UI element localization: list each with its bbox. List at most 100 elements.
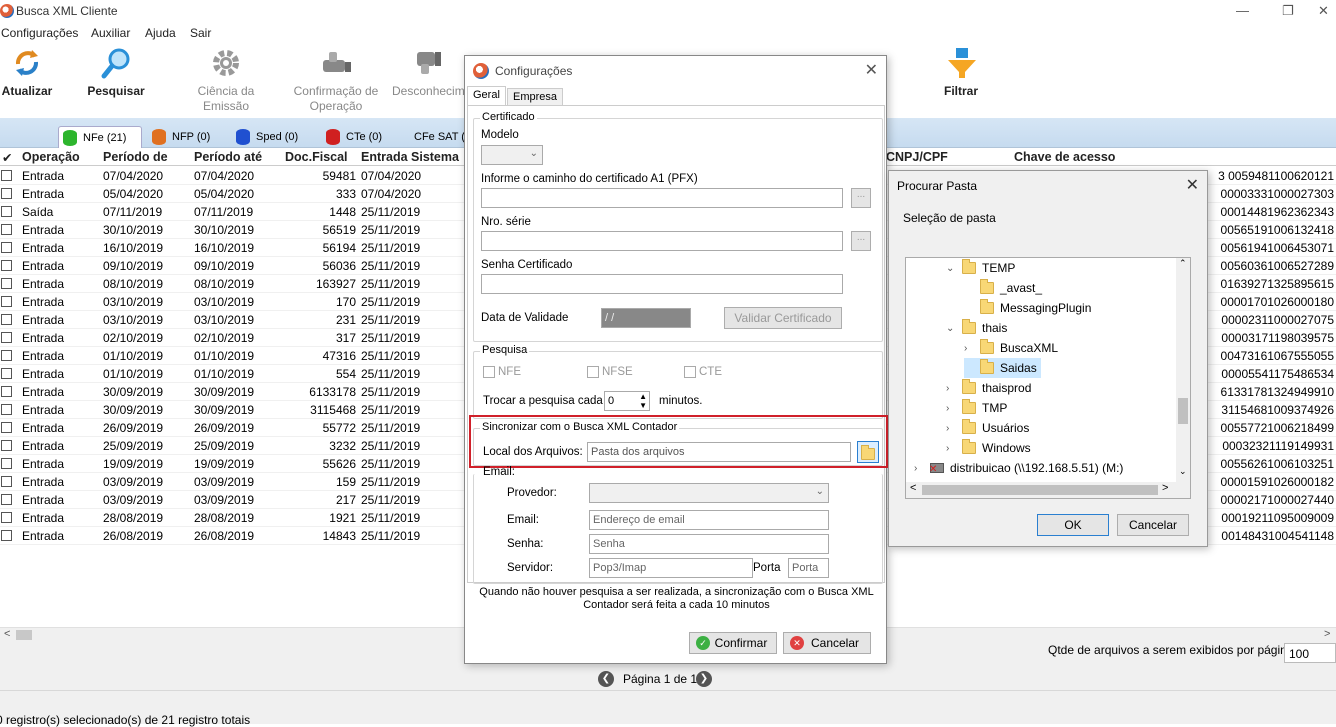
- tab-cte[interactable]: CTe (0): [322, 126, 398, 148]
- tree-vertical-scrollbar[interactable]: ⌃ ⌄: [1176, 258, 1190, 482]
- folder-tree-item[interactable]: MessagingPlugin: [964, 298, 1095, 318]
- scroll-down-icon[interactable]: ⌄: [1179, 466, 1187, 477]
- next-page-icon[interactable]: ❯: [696, 671, 712, 687]
- porta-input[interactable]: Porta: [788, 558, 829, 578]
- email-input[interactable]: Endereço de email: [589, 510, 829, 530]
- select-all-check-icon[interactable]: ✔: [2, 150, 12, 165]
- header-chave[interactable]: Chave de acesso: [1014, 150, 1115, 164]
- chevron-right-icon[interactable]: ›: [914, 463, 924, 474]
- row-checkbox[interactable]: [1, 350, 12, 361]
- menu-auxiliar[interactable]: Auxiliar: [91, 26, 130, 40]
- row-checkbox[interactable]: [1, 494, 12, 505]
- scroll-left-icon[interactable]: <: [4, 628, 10, 640]
- row-checkbox[interactable]: [1, 440, 12, 451]
- validade-input[interactable]: / /: [601, 308, 691, 328]
- nfe-checkbox[interactable]: [483, 366, 495, 378]
- folder-tree-item[interactable]: › Windows: [946, 438, 1035, 458]
- header-operacao[interactable]: Operação: [22, 150, 80, 164]
- scroll-thumb[interactable]: [16, 630, 32, 640]
- senha-input[interactable]: Senha: [589, 534, 829, 554]
- row-checkbox[interactable]: [1, 530, 12, 541]
- row-checkbox[interactable]: [1, 260, 12, 271]
- chevron-down-icon[interactable]: ⌄: [946, 263, 956, 274]
- header-periodo-de[interactable]: Período de: [103, 150, 168, 164]
- validar-certificado-button[interactable]: Validar Certificado: [724, 307, 842, 329]
- pesquisar-button[interactable]: Pesquisar: [86, 42, 146, 99]
- row-checkbox[interactable]: [1, 314, 12, 325]
- folder-cancel-button[interactable]: Cancelar: [1117, 514, 1189, 536]
- chevron-right-icon[interactable]: ›: [946, 403, 956, 414]
- nfse-checkbox[interactable]: [587, 366, 599, 378]
- menu-sair[interactable]: Sair: [190, 26, 211, 40]
- tab-geral[interactable]: Geral: [467, 86, 506, 106]
- stepper-arrows-icon[interactable]: ▲ ▼: [639, 392, 647, 410]
- row-checkbox[interactable]: [1, 422, 12, 433]
- chevron-right-icon[interactable]: ›: [946, 383, 956, 394]
- per-page-input[interactable]: 100: [1284, 643, 1336, 663]
- caminho-browse-button[interactable]: ...: [851, 188, 871, 208]
- close-icon[interactable]: ✕: [865, 60, 878, 80]
- row-checkbox[interactable]: [1, 332, 12, 343]
- chevron-right-icon[interactable]: ›: [946, 443, 956, 454]
- close-window-icon[interactable]: ✕: [1318, 3, 1329, 19]
- tab-sped[interactable]: Sped (0): [232, 126, 312, 148]
- cte-checkbox[interactable]: [684, 366, 696, 378]
- folder-tree-item[interactable]: _avast_: [964, 278, 1046, 298]
- ok-button[interactable]: OK: [1037, 514, 1109, 536]
- confirmar-button[interactable]: ✓ Confirmar: [689, 632, 777, 654]
- restore-icon[interactable]: ❐: [1282, 3, 1294, 19]
- menu-ajuda[interactable]: Ajuda: [145, 26, 176, 40]
- desconhecimento-button[interactable]: Desconhecimento da Operação: [392, 42, 464, 99]
- cancelar-button[interactable]: ✕ Cancelar: [783, 632, 871, 654]
- tab-empresa[interactable]: Empresa: [507, 88, 564, 106]
- scroll-right-icon[interactable]: >: [1162, 482, 1168, 494]
- row-checkbox[interactable]: [1, 404, 12, 415]
- scroll-right-icon[interactable]: >: [1324, 628, 1330, 640]
- tree-horizontal-scrollbar[interactable]: < >: [906, 482, 1190, 498]
- row-checkbox[interactable]: [1, 278, 12, 289]
- atualizar-button[interactable]: Atualizar: [0, 42, 54, 99]
- folder-tree-item[interactable]: Saidas: [964, 358, 1041, 378]
- header-cnpj[interactable]: CNPJ/CPF: [886, 150, 1006, 164]
- chevron-right-icon[interactable]: ›: [946, 423, 956, 434]
- row-checkbox[interactable]: [1, 386, 12, 397]
- menu-configuracoes[interactable]: Configurações: [1, 26, 78, 40]
- row-checkbox[interactable]: [1, 224, 12, 235]
- row-checkbox[interactable]: [1, 476, 12, 487]
- row-checkbox[interactable]: [1, 242, 12, 253]
- header-entrada-sistema[interactable]: Entrada Sistema: [361, 150, 464, 164]
- scroll-left-icon[interactable]: <: [910, 482, 916, 494]
- folder-tree-item[interactable]: › thaisprod: [946, 378, 1035, 398]
- chevron-down-icon[interactable]: ⌄: [946, 323, 956, 334]
- serie-input[interactable]: [481, 231, 843, 251]
- filtrar-button[interactable]: Filtrar: [936, 42, 986, 99]
- row-checkbox[interactable]: [1, 296, 12, 307]
- caminho-input[interactable]: [481, 188, 843, 208]
- confirmacao-button[interactable]: Confirmação de Operação: [288, 42, 384, 114]
- folder-tree-item[interactable]: › BuscaXML: [964, 338, 1062, 358]
- provedor-select[interactable]: ⌄: [589, 483, 829, 503]
- trocar-stepper[interactable]: 0 ▲ ▼: [604, 391, 650, 411]
- scroll-thumb[interactable]: [1178, 398, 1188, 424]
- header-periodo-ate[interactable]: Período até: [194, 150, 262, 164]
- row-checkbox[interactable]: [1, 458, 12, 469]
- tab-nfe[interactable]: NFe (21): [58, 126, 142, 148]
- scroll-up-icon[interactable]: ⌃: [1179, 258, 1187, 269]
- tab-cfe-sat[interactable]: CFe SAT (0): [404, 126, 464, 148]
- row-checkbox[interactable]: [1, 512, 12, 523]
- row-checkbox[interactable]: [1, 368, 12, 379]
- folder-tree-item[interactable]: ⌄ thais: [946, 318, 1011, 338]
- close-icon[interactable]: ✕: [1186, 175, 1199, 195]
- previous-page-icon[interactable]: ❮: [598, 671, 614, 687]
- folder-tree-item[interactable]: › ✕ distribuicao (\\192.168.5.51) (M:): [914, 458, 1127, 478]
- row-checkbox[interactable]: [1, 188, 12, 199]
- row-checkbox[interactable]: [1, 170, 12, 181]
- ciencia-button[interactable]: Ciência da Emissão: [186, 42, 266, 114]
- chevron-right-icon[interactable]: ›: [964, 343, 974, 354]
- header-doc-fiscal[interactable]: Doc.Fiscal: [285, 150, 348, 164]
- senha-cert-input[interactable]: [481, 274, 843, 294]
- servidor-input[interactable]: Pop3/Imap: [589, 558, 753, 578]
- folder-tree-item[interactable]: › Usuários: [946, 418, 1033, 438]
- tab-nfp[interactable]: NFP (0): [148, 126, 228, 148]
- modelo-select[interactable]: ⌄: [481, 145, 543, 165]
